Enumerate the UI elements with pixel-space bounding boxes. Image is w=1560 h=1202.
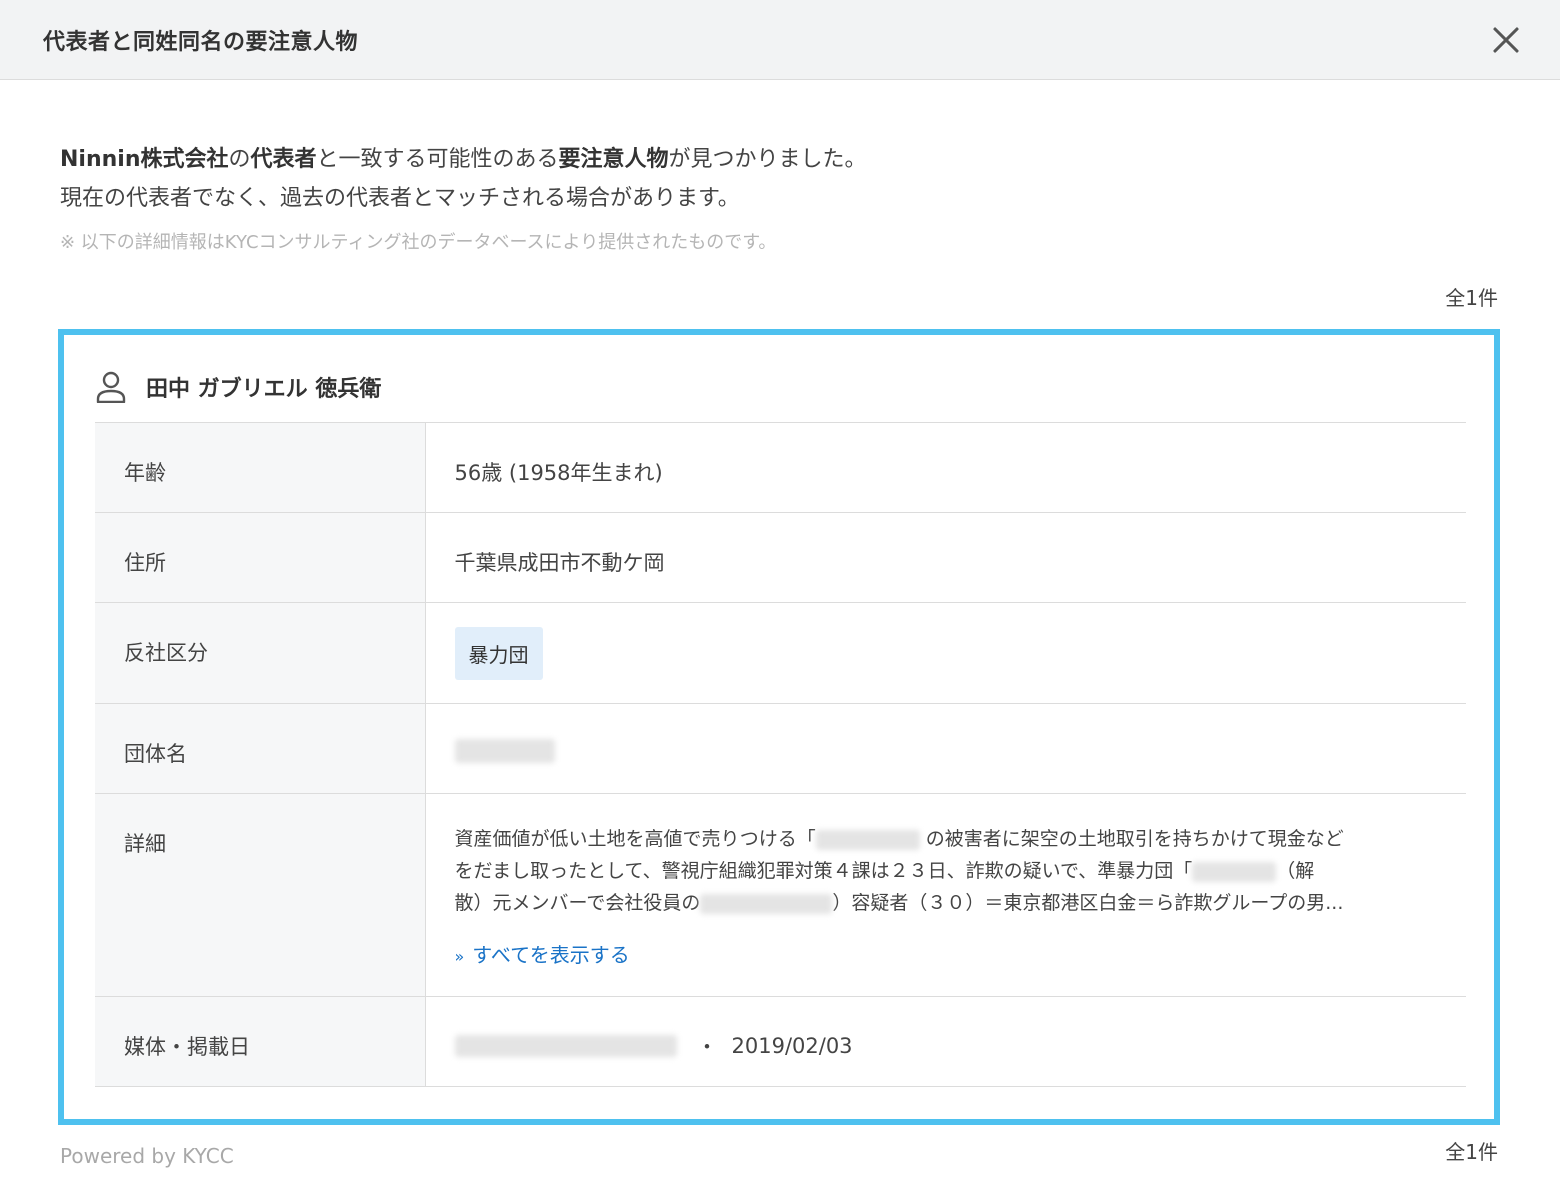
detail-text: 資産価値が低い土地を高値で売りつける「 の被害者に架空の土地取引を持ちかけて現金… [455, 823, 1430, 919]
detail-line: 散）元メンバーで会社役員の ）容疑者（３０）＝東京都港区白金＝ら詐欺グループの男.… [455, 887, 1430, 919]
age-value: 56歳 (1958年生まれ) [454, 461, 663, 485]
result-count-top: 全1件 [1445, 286, 1498, 310]
close-icon[interactable] [1490, 24, 1522, 56]
address-value: 千葉県成田市不動ケ岡 [454, 551, 665, 575]
detail-segment: 散）元メンバーで会社役員の [454, 892, 701, 914]
modal-header: 代表者と同姓同名の要注意人物 [0, 0, 1560, 80]
show-all-label: すべてを表示する [472, 943, 630, 967]
detail-segment: （解 [1276, 860, 1315, 882]
table-row: 年齢 56歳 (1958年生まれ) [95, 422, 1466, 513]
modal-dialog: 代表者と同姓同名の要注意人物 Ninnin株式会社の代表者と一致する可能性のある… [0, 0, 1560, 1202]
group-name-cell [425, 704, 1466, 794]
classification-tag: 暴力団 [454, 627, 543, 680]
double-chevron-right-icon: » [454, 947, 465, 966]
redacted-media-name [454, 1035, 677, 1057]
redacted-text [700, 893, 833, 914]
person-name: 田中 ガブリエル 徳兵衛 [146, 377, 382, 402]
table-row: 団体名 [95, 703, 1466, 794]
redacted-text [815, 829, 920, 850]
watchlist-person-label: 要注意人物 [558, 147, 669, 172]
detail-segment: ）容疑者（３０）＝東京都港区白金＝ら詐欺グループの男... [832, 892, 1344, 914]
person-header: 田中 ガブリエル 徳兵衛 [96, 367, 381, 407]
representative-label: 代表者 [250, 147, 317, 172]
publish-date: 2019/02/03 [731, 1034, 853, 1058]
redacted-text [1192, 861, 1277, 882]
company-name: Ninnin株式会社 [60, 147, 229, 172]
detail-segment: をだまし取ったとして、警視庁組織犯罪対策４課は２３日、詐欺の疑いで、準暴力団「 [454, 860, 1193, 882]
media-separator: ・ [696, 1035, 718, 1059]
redacted-group-name [454, 739, 555, 763]
table-row: 媒体・掲載日 ・ 2019/02/03 [95, 996, 1466, 1087]
intro-particle: の [228, 147, 251, 172]
intro-end: が見つかりました。 [668, 147, 867, 172]
modal-title: 代表者と同姓同名の要注意人物 [43, 29, 359, 55]
table-row: 詳細 資産価値が低い土地を高値で売りつける「 の被害者に架空の土地取引を持ちかけ… [95, 793, 1466, 997]
table-row: 住所 千葉県成田市不動ケ岡 [95, 512, 1466, 603]
person-detail-table: 年齢 56歳 (1958年生まれ) 住所 千葉県成田市不動ケ岡 反社区分 暴力団… [95, 422, 1466, 1087]
powered-by: Powered by KYCC [60, 1144, 234, 1168]
intro-line-1: Ninnin株式会社の代表者と一致する可能性のある要注意人物が見つかりました。 [60, 140, 867, 179]
media-line: ・ 2019/02/03 [454, 1031, 1467, 1061]
intro-mid: と一致する可能性のある [316, 147, 559, 172]
media-date-label: 媒体・掲載日 [95, 996, 426, 1087]
person-card: 田中 ガブリエル 徳兵衛 年齢 56歳 (1958年生まれ) 住所 千葉県成田市… [58, 329, 1500, 1125]
result-count-bottom: 全1件 [1445, 1140, 1498, 1164]
detail-segment: の被害者に架空の土地取引を持ちかけて現金など [925, 828, 1344, 850]
show-all-link[interactable]: » すべてを表示する [455, 939, 630, 968]
media-date-cell: ・ 2019/02/03 [425, 997, 1466, 1087]
detail-segment: 資産価値が低い土地を高値で売りつける「 [454, 828, 816, 850]
detail-line: をだまし取ったとして、警視庁組織犯罪対策４課は２３日、詐欺の疑いで、準暴力団「 （… [455, 855, 1430, 887]
address-label: 住所 [95, 512, 426, 603]
age-label: 年齢 [95, 422, 426, 513]
group-name-label: 団体名 [95, 703, 426, 794]
detail-cell: 資産価値が低い土地を高値で売りつける「 の被害者に架空の土地取引を持ちかけて現金… [425, 794, 1466, 997]
detail-line: 資産価値が低い土地を高値で売りつける「 の被害者に架空の土地取引を持ちかけて現金… [455, 823, 1430, 855]
detail-label: 詳細 [95, 793, 426, 997]
table-row: 反社区分 暴力団 [95, 602, 1466, 704]
data-source-note: ※ 以下の詳細情報はKYCコンサルティング社のデータベースにより提供されたもので… [60, 232, 777, 253]
person-icon [96, 371, 126, 403]
intro-line-2: 現在の代表者でなく、過去の代表者とマッチされる場合があります。 [60, 186, 740, 211]
classification-label: 反社区分 [95, 602, 426, 704]
intro-text: Ninnin株式会社の代表者と一致する可能性のある要注意人物が見つかりました。 … [60, 140, 867, 218]
classification-cell: 暴力団 [425, 603, 1466, 704]
